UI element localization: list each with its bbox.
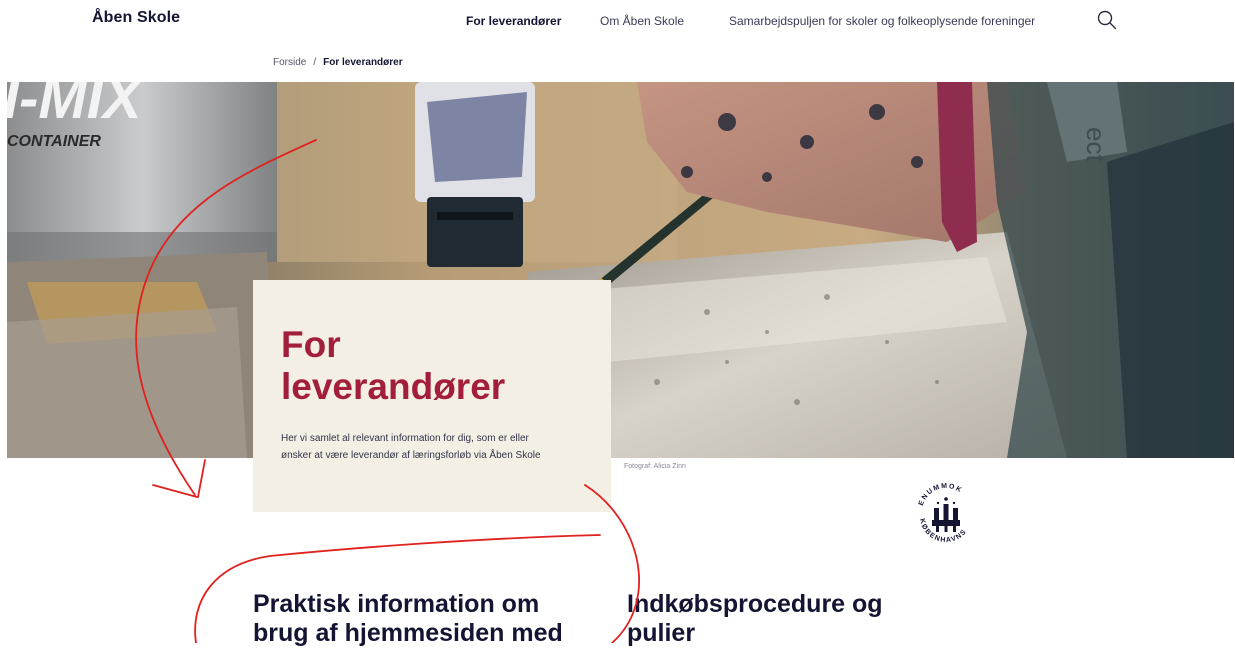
can-label: I-MIX bbox=[7, 82, 145, 131]
photo-credit: Fotograf: Alicia Zinn bbox=[624, 463, 686, 470]
annotation-arrowhead-right bbox=[197, 459, 206, 498]
logo-top-text: ENUMMOK bbox=[918, 483, 962, 507]
page-title: For leverandører bbox=[281, 324, 601, 408]
breadcrumb-home[interactable]: Forside bbox=[273, 57, 306, 68]
hero-card: For leverandører Her vi samlet al releva… bbox=[253, 280, 611, 512]
nav-om-aaben-skole[interactable]: Om Åben Skole bbox=[600, 14, 684, 28]
intro-line1: Her vi samlet al relevant information fo… bbox=[281, 433, 529, 444]
can-sublabel: CONTAINER bbox=[7, 133, 101, 150]
breadcrumb: Forside / For leverandører bbox=[273, 57, 403, 68]
section-indkob-line1: Indkøbsprocedure og bbox=[627, 590, 883, 618]
svg-text:ENUMMOK: ENUMMOK bbox=[918, 483, 964, 507]
intro-text: Her vi samlet al relevant information fo… bbox=[281, 430, 586, 464]
section-praktisk-line1: Praktisk information om bbox=[253, 590, 540, 618]
hero-image: I-MIX CONTAINER ect bbox=[7, 82, 1234, 458]
section-heading-indkob: Indkøbsprocedure og pulier bbox=[627, 590, 883, 648]
kobenhavns-kommune-logo: ENUMMOK KØBENHAVNS bbox=[918, 483, 967, 544]
page-title-line2: leverandører bbox=[281, 366, 506, 407]
nav-samarbejdspuljen[interactable]: Samarbejdspuljen for skoler og folkeoply… bbox=[729, 14, 1035, 28]
intro-line2: ønsker at være leverandør af læringsforl… bbox=[281, 450, 541, 461]
page-title-line1: For bbox=[281, 324, 341, 365]
section-heading-praktisk: Praktisk information om brug af hjemmesi… bbox=[253, 590, 563, 648]
nav-for-leverandorer[interactable]: For leverandører bbox=[466, 14, 561, 28]
brand-logo[interactable]: Åben Skole bbox=[92, 9, 180, 27]
annotation-arrowhead-left bbox=[152, 484, 198, 498]
breadcrumb-separator: / bbox=[313, 57, 317, 68]
breadcrumb-current: For leverandører bbox=[323, 57, 403, 68]
search-icon[interactable] bbox=[1096, 9, 1118, 31]
